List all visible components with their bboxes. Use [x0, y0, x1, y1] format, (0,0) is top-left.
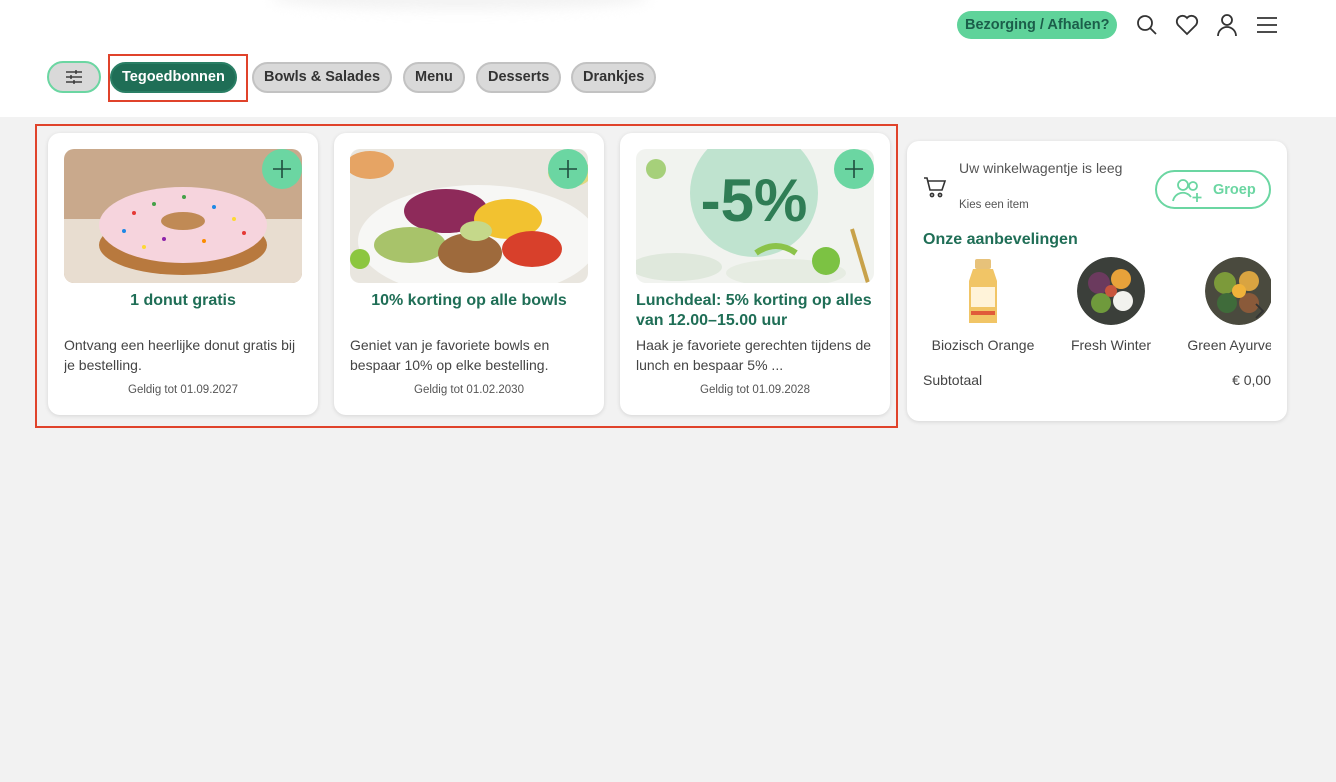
cart-icon	[923, 175, 947, 199]
add-offer-button[interactable]	[834, 149, 874, 189]
add-offer-button[interactable]	[262, 149, 302, 189]
offer-validity: Geldig tot 01.09.2028	[700, 384, 810, 396]
subtotal-label: Subtotaal	[923, 372, 983, 388]
recommendations-carousel: Biozisch Orange Fresh Winter Green Ayurv…	[923, 257, 1271, 357]
user-icon[interactable]	[1214, 12, 1240, 38]
recommendation-name: Biozisch Orange	[931, 337, 1035, 353]
delivery-pickup-button[interactable]: Bezorging / Afhalen?	[957, 11, 1118, 39]
tab-menu[interactable]: Menu	[403, 62, 465, 93]
svg-text:-5%: -5%	[701, 167, 808, 234]
menu-icon[interactable]	[1254, 12, 1280, 38]
recommendations-title: Onze aanbevelingen	[923, 231, 1078, 248]
add-offer-button[interactable]	[548, 149, 588, 189]
cart-panel: Uw winkelwagentje is leeg Kies een item …	[907, 141, 1287, 421]
plus-icon	[845, 160, 863, 178]
group-add-icon	[1172, 178, 1202, 202]
offer-card-lunchdeal[interactable]: -5% Lunchdeal: 5% korting op alles van 1…	[620, 133, 890, 415]
cart-empty-text: Uw winkelwagentje is leeg	[959, 160, 1123, 176]
plus-icon	[273, 160, 291, 178]
tab-desserts[interactable]: Desserts	[476, 62, 562, 93]
offer-title: 10% korting op alle bowls	[371, 292, 567, 309]
header-shadow	[270, 0, 650, 10]
recommendation-item[interactable]: Biozisch Orange	[923, 257, 1043, 353]
tab-drankjes[interactable]: Drankjes	[571, 62, 657, 93]
bottle-image	[949, 257, 1017, 325]
active-tab-highlight	[108, 54, 248, 102]
header: Bezorging / Afhalen? Tegoedbonnen Bowls …	[0, 0, 1336, 117]
group-order-button[interactable]: Groep	[1155, 170, 1271, 209]
offer-card-bowls[interactable]: 10% korting op alle bowls Geniet van je …	[334, 133, 604, 415]
subtotal-value: € 0,00	[1232, 372, 1271, 388]
offer-title: Lunchdeal: 5% korting op alles van 12.00…	[636, 292, 872, 329]
recommendation-name: Fresh Winter	[1070, 337, 1152, 353]
sliders-icon	[66, 70, 82, 84]
recommendation-item[interactable]: Fresh Winter	[1051, 257, 1171, 353]
search-icon[interactable]	[1134, 12, 1160, 38]
bowl-image	[1077, 257, 1145, 325]
offer-title: 1 donut gratis	[130, 292, 236, 309]
plus-icon	[559, 160, 577, 178]
heart-icon[interactable]	[1174, 12, 1200, 38]
offer-description: Ontvang een heerlijke donut gratis bij j…	[64, 337, 296, 373]
recommendation-name: Green Ayurvedic	[1187, 337, 1271, 353]
cart-hint: Kies een item	[959, 199, 1029, 211]
group-button-label: Groep	[1213, 181, 1256, 198]
offer-validity: Geldig tot 01.02.2030	[414, 384, 524, 396]
offer-card-donut[interactable]: 1 donut gratis Ontvang een heerlijke don…	[48, 133, 318, 415]
tab-bowls-salades[interactable]: Bowls & Salades	[252, 62, 393, 93]
offer-description: Geniet van je favoriete bowls en bespaar…	[350, 337, 550, 373]
offer-validity: Geldig tot 01.09.2027	[128, 384, 238, 396]
offer-description: Haak je favoriete gerechten tijdens de l…	[636, 337, 872, 373]
chevron-right-icon[interactable]	[1249, 299, 1269, 323]
filter-button[interactable]	[47, 61, 101, 93]
